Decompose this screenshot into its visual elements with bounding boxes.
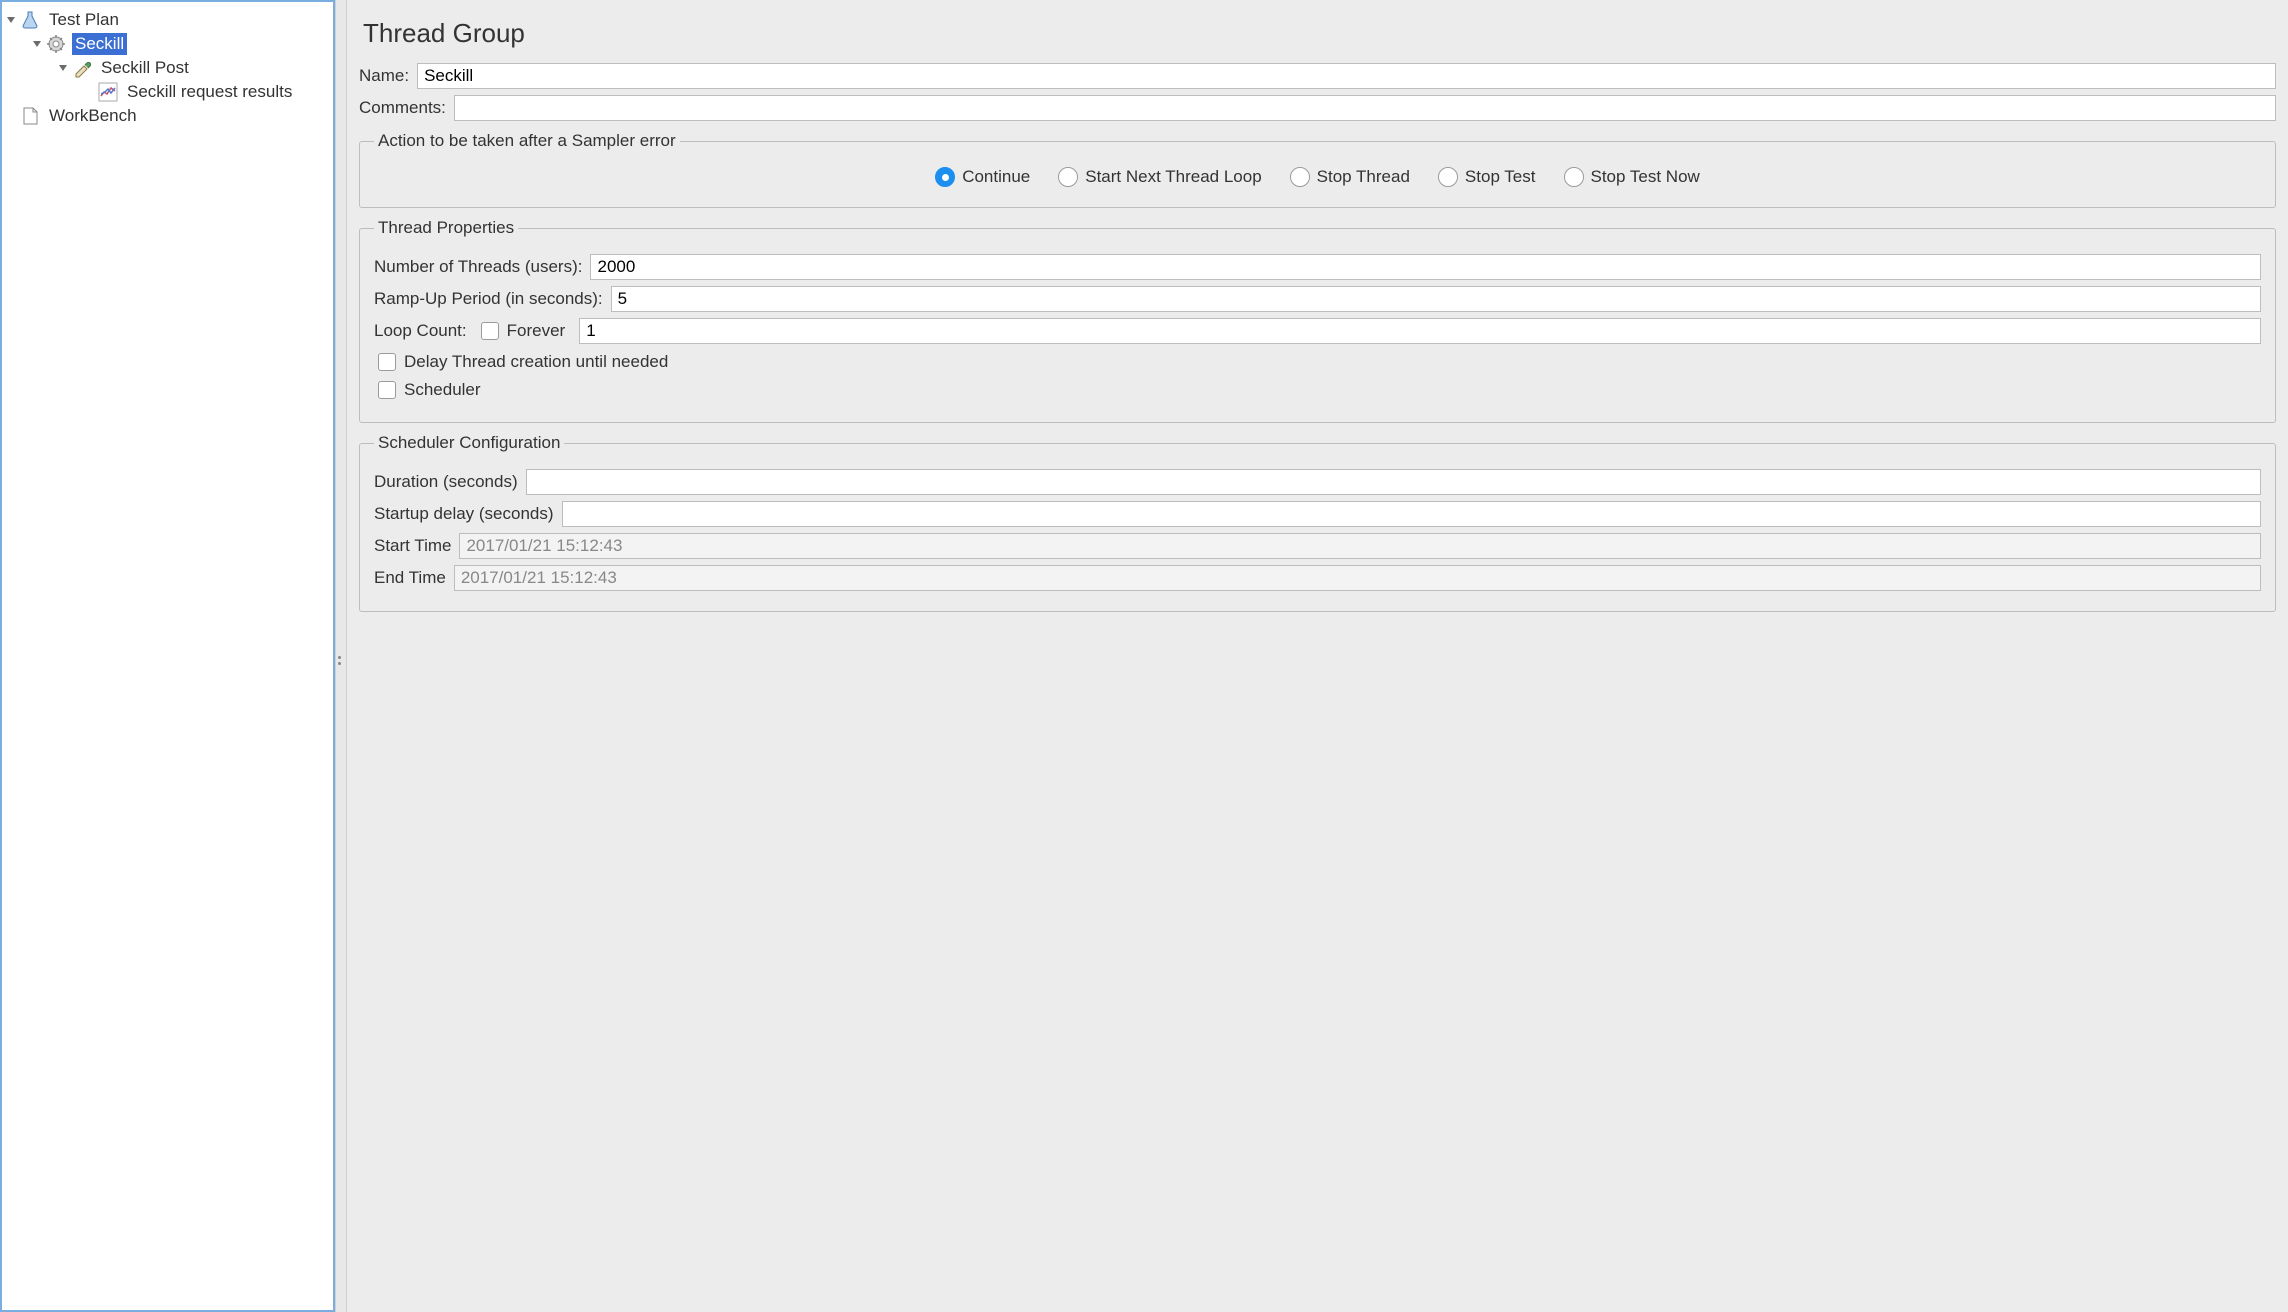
expand-icon[interactable]	[32, 39, 42, 49]
forever-label: Forever	[507, 321, 566, 341]
checkbox-icon	[378, 381, 396, 399]
num-threads-row: Number of Threads (users):	[374, 254, 2261, 280]
startup-delay-input[interactable]	[562, 501, 2261, 527]
main-panel: Thread Group Name: Comments: Action to b…	[347, 0, 2288, 1312]
startup-delay-row: Startup delay (seconds)	[374, 501, 2261, 527]
thread-properties-legend: Thread Properties	[374, 218, 518, 238]
loop-count-label: Loop Count:	[374, 321, 467, 341]
expand-icon[interactable]	[58, 63, 68, 73]
radio-stop-thread[interactable]: Stop Thread	[1290, 167, 1410, 187]
flask-icon	[20, 10, 40, 30]
radio-label: Stop Test	[1465, 167, 1536, 187]
scheduler-label: Scheduler	[404, 380, 481, 400]
comments-input[interactable]	[454, 95, 2276, 121]
radio-label: Start Next Thread Loop	[1085, 167, 1261, 187]
start-time-label: Start Time	[374, 536, 451, 556]
ramp-up-input[interactable]	[611, 286, 2261, 312]
end-time-label: End Time	[374, 568, 446, 588]
scheduler-row: Scheduler	[378, 380, 2261, 400]
name-input[interactable]	[417, 63, 2276, 89]
radio-continue[interactable]: Continue	[935, 167, 1030, 187]
split-divider[interactable]	[335, 0, 347, 1312]
loop-count-row: Loop Count: Forever	[374, 318, 2261, 344]
tree-item-test-plan[interactable]: Test Plan	[2, 8, 333, 32]
tree-label: WorkBench	[46, 105, 140, 127]
radio-label: Stop Thread	[1317, 167, 1410, 187]
radio-label: Stop Test Now	[1591, 167, 1700, 187]
radio-icon	[1290, 167, 1310, 187]
scheduler-config-fieldset: Scheduler Configuration Duration (second…	[359, 433, 2276, 612]
tree-label: Seckill	[72, 33, 127, 55]
tree-label: Seckill request results	[124, 81, 295, 103]
gear-icon	[46, 34, 66, 54]
tree-panel: Test Plan Seckill Seckill Post Seckill r…	[0, 0, 335, 1312]
checkbox-icon	[481, 322, 499, 340]
duration-input[interactable]	[526, 469, 2261, 495]
tree-label: Seckill Post	[98, 57, 192, 79]
tree-item-seckill-post[interactable]: Seckill Post	[2, 56, 333, 80]
radio-start-next[interactable]: Start Next Thread Loop	[1058, 167, 1261, 187]
delay-label: Delay Thread creation until needed	[404, 352, 668, 372]
document-icon	[20, 106, 40, 126]
page-title: Thread Group	[363, 18, 2272, 49]
radio-stop-test[interactable]: Stop Test	[1438, 167, 1536, 187]
num-threads-input[interactable]	[590, 254, 2261, 280]
chart-icon	[98, 82, 118, 102]
comments-row: Comments:	[359, 95, 2276, 121]
end-time-row: End Time	[374, 565, 2261, 591]
expand-icon[interactable]	[6, 15, 16, 25]
duration-row: Duration (seconds)	[374, 469, 2261, 495]
tree-label: Test Plan	[46, 9, 122, 31]
sampler-error-radio-row: Continue Start Next Thread Loop Stop Thr…	[374, 161, 2261, 193]
sampler-error-legend: Action to be taken after a Sampler error	[374, 131, 680, 151]
delay-checkbox[interactable]: Delay Thread creation until needed	[378, 352, 2261, 372]
ramp-up-row: Ramp-Up Period (in seconds):	[374, 286, 2261, 312]
scheduler-checkbox[interactable]: Scheduler	[378, 380, 2261, 400]
comments-label: Comments:	[359, 98, 446, 118]
radio-stop-test-now[interactable]: Stop Test Now	[1564, 167, 1700, 187]
start-time-row: Start Time	[374, 533, 2261, 559]
radio-icon	[1058, 167, 1078, 187]
tree-item-seckill-results[interactable]: Seckill request results	[2, 80, 333, 104]
duration-label: Duration (seconds)	[374, 472, 518, 492]
start-time-input	[459, 533, 2261, 559]
sampler-error-fieldset: Action to be taken after a Sampler error…	[359, 131, 2276, 208]
delay-row: Delay Thread creation until needed	[378, 352, 2261, 372]
tree-item-workbench[interactable]: WorkBench	[2, 104, 333, 128]
num-threads-label: Number of Threads (users):	[374, 257, 582, 277]
end-time-input	[454, 565, 2261, 591]
name-label: Name:	[359, 66, 409, 86]
radio-icon	[1438, 167, 1458, 187]
thread-properties-fieldset: Thread Properties Number of Threads (use…	[359, 218, 2276, 423]
startup-delay-label: Startup delay (seconds)	[374, 504, 554, 524]
ramp-up-label: Ramp-Up Period (in seconds):	[374, 289, 603, 309]
radio-label: Continue	[962, 167, 1030, 187]
pipette-icon	[72, 58, 92, 78]
checkbox-icon	[378, 353, 396, 371]
scheduler-config-legend: Scheduler Configuration	[374, 433, 564, 453]
forever-checkbox[interactable]: Forever	[481, 321, 566, 341]
loop-count-input[interactable]	[579, 318, 2261, 344]
tree-item-seckill[interactable]: Seckill	[2, 32, 333, 56]
radio-icon	[1564, 167, 1584, 187]
radio-icon	[935, 167, 955, 187]
name-row: Name:	[359, 63, 2276, 89]
